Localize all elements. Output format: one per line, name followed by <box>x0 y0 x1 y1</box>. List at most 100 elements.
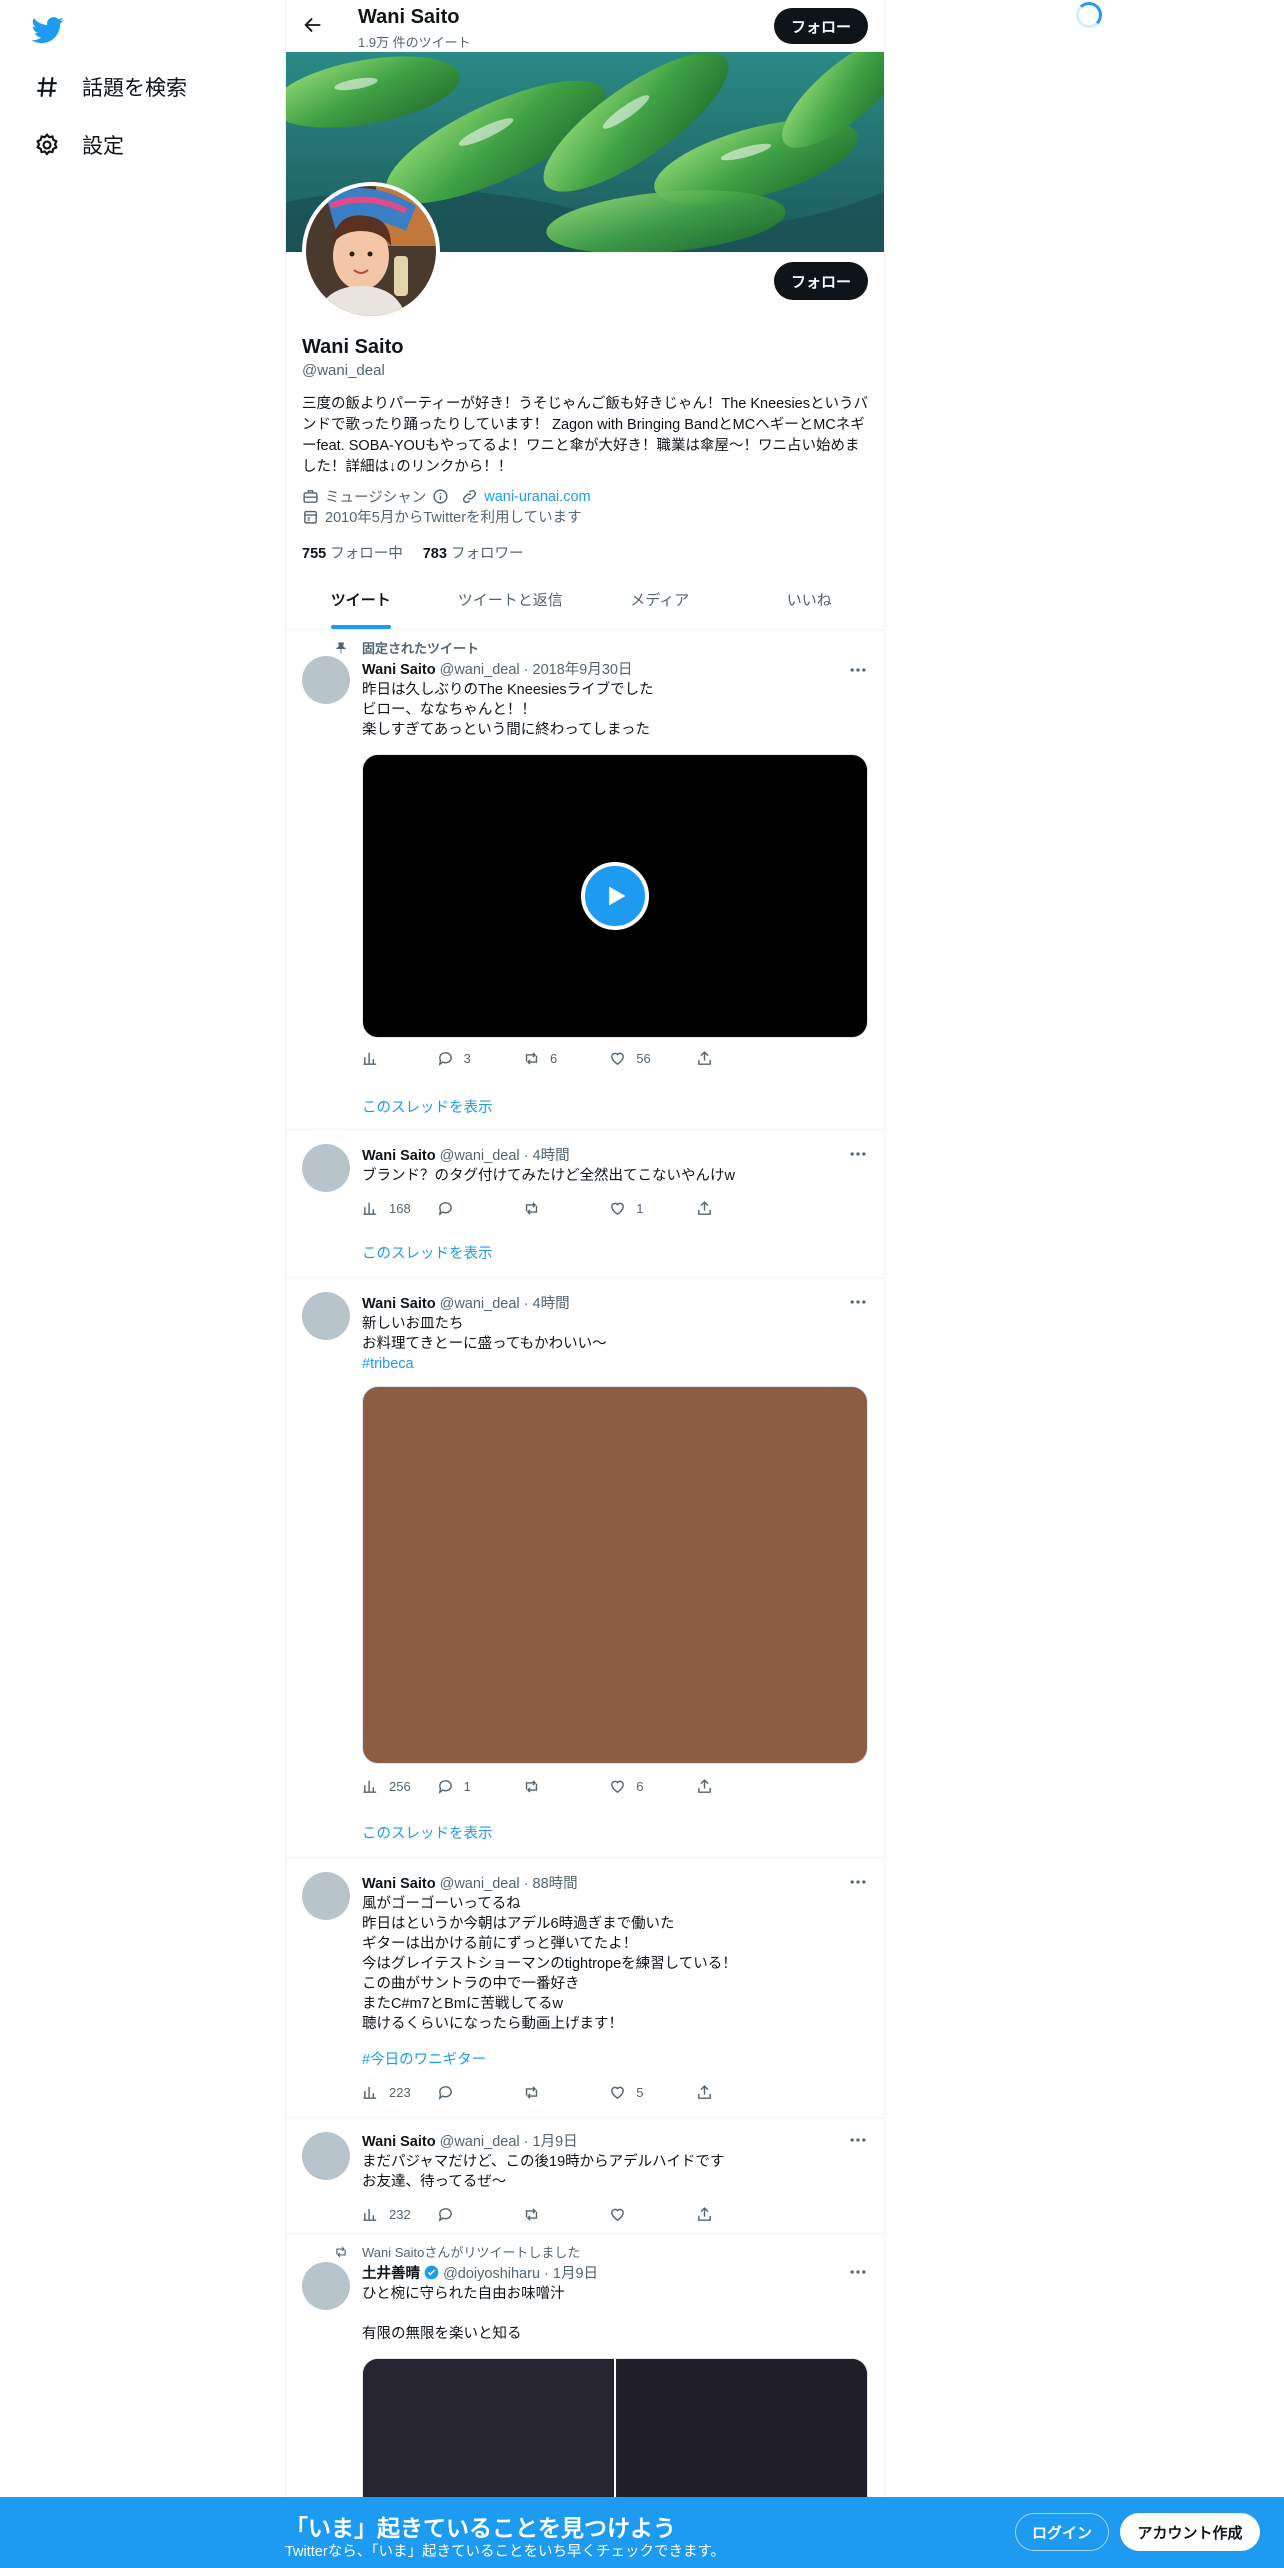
tweet-text: 昨日は久しぶりのThe Kneesiesライブでした ビロー、ななちゃんと！！ … <box>362 682 654 738</box>
avatar[interactable] <box>302 2132 350 2180</box>
signup-banner-subtitle: Twitterなら、「いま」起きていることをいち早くチェックできます。 <box>285 2544 725 2560</box>
retweet-button[interactable] <box>523 1198 609 1218</box>
tweet-time[interactable]: 1月9日 <box>553 2266 598 2282</box>
tab-media[interactable]: メディア <box>585 570 735 629</box>
tweet-author-handle[interactable]: @wani_deal <box>440 662 520 678</box>
more-options-icon[interactable] <box>848 2130 868 2150</box>
profile-follow-button[interactable]: フォロー <box>774 262 868 300</box>
nav-explore[interactable]: 話題を検索 <box>34 72 187 102</box>
share-button[interactable] <box>696 1198 782 1218</box>
more-options-icon[interactable] <box>848 1144 868 1164</box>
signup-button[interactable]: アカウント作成 <box>1120 2513 1260 2551</box>
analytics-icon <box>363 2086 377 2099</box>
reply-button[interactable]: 3 <box>437 1048 523 1068</box>
play-icon[interactable] <box>581 862 649 930</box>
analytics-icon <box>363 1202 377 1215</box>
tweet-author-name[interactable]: 土井善晴 <box>362 2266 420 2282</box>
login-button[interactable]: ログイン <box>1015 2513 1109 2551</box>
avatar[interactable] <box>302 656 350 704</box>
show-thread-link[interactable]: このスレッドを表示 <box>362 1096 493 1117</box>
back-arrow-icon[interactable] <box>302 14 324 36</box>
profile-website-link[interactable]: wani-uranai.com <box>484 489 590 505</box>
share-button[interactable] <box>696 1776 782 1796</box>
avatar[interactable] <box>302 2262 350 2310</box>
tweet-text: ブランド？のタグ付けてみたけど全然出てこないやんけw <box>362 1168 735 1184</box>
tweet-hashtag[interactable]: #tribeca <box>362 1354 862 1374</box>
tweet-photo[interactable] <box>362 1386 868 1764</box>
tweet-hashtag[interactable]: #今日のワニギター <box>362 2050 862 2070</box>
share-button[interactable] <box>696 2204 782 2224</box>
tab-likes[interactable]: いいね <box>735 570 885 629</box>
tweet-author-name[interactable]: Wani Saito <box>362 1148 436 1164</box>
profile-joined-row: 2010年5月からTwitterを利用しています <box>302 506 582 527</box>
signup-banner: 「いま」起きていることを見つけよう Twitterなら、「いま」起きていることを… <box>0 2497 1284 2568</box>
retweet-button[interactable] <box>523 2082 609 2102</box>
tweet-pinned[interactable]: 固定されたツイート Wani Saito @wani_deal · 2018年9… <box>286 630 884 1130</box>
tweet-author-handle[interactable]: @wani_deal <box>440 1876 520 1892</box>
tweet[interactable]: Wani Saito @wani_deal · 88時間 風がゴーゴーいってるね… <box>286 1858 884 2118</box>
following-link[interactable]: 755 フォロー中 <box>302 542 403 563</box>
reply-button[interactable] <box>437 1198 523 1218</box>
tweet-time[interactable]: 4時間 <box>533 1148 570 1164</box>
tweet-time[interactable]: 4時間 <box>533 1296 570 1312</box>
tweet-author-name[interactable]: Wani Saito <box>362 1296 436 1312</box>
more-options-icon[interactable] <box>848 1292 868 1312</box>
tweet-author-handle[interactable]: @doiyoshiharu <box>443 2266 540 2282</box>
tweet[interactable]: Wani Saito @wani_deal · 1月9日 まだパジャマだけど、こ… <box>286 2118 884 2234</box>
like-button[interactable]: 6 <box>609 1776 695 1796</box>
like-button[interactable]: 1 <box>609 1198 695 1218</box>
show-thread-link[interactable]: このスレッドを表示 <box>362 1822 493 1843</box>
tweet-author-handle[interactable]: @wani_deal <box>440 2134 520 2150</box>
twitter-logo-icon[interactable] <box>32 14 64 46</box>
share-icon <box>697 1778 711 1793</box>
profile-avatar[interactable] <box>302 182 440 320</box>
retweet-button[interactable] <box>523 1776 609 1796</box>
tweet-author-name[interactable]: Wani Saito <box>362 2134 436 2150</box>
avatar[interactable] <box>302 1144 350 1192</box>
tweet-time[interactable]: 88時間 <box>533 1876 578 1892</box>
profile-column: Wani Saito 1.9万 件のツイート フォロー フォロー Wani Sa… <box>285 0 885 2568</box>
reply-button[interactable] <box>437 2204 523 2224</box>
retweet-button[interactable]: 6 <box>523 1048 609 1068</box>
share-button[interactable] <box>696 2082 782 2102</box>
views-button[interactable]: 232 <box>362 2204 437 2224</box>
nav-settings[interactable]: 設定 <box>34 130 124 160</box>
share-button[interactable] <box>696 1048 782 1068</box>
tweet-author-handle[interactable]: @wani_deal <box>440 1148 520 1164</box>
retweet-label[interactable]: Wani Saitoさんがリツイートしました <box>362 2242 580 2261</box>
avatar[interactable] <box>302 1872 350 1920</box>
info-icon[interactable] <box>432 488 449 505</box>
like-button[interactable]: 5 <box>609 2082 695 2102</box>
like-button[interactable] <box>609 2204 695 2224</box>
tweet[interactable]: Wani Saito @wani_deal · 4時間 ブランド？のタグ付けてみ… <box>286 1130 884 1278</box>
header-follow-button[interactable]: フォロー <box>774 8 868 44</box>
views-button[interactable]: 168 <box>362 1198 437 1218</box>
profile-header-bar: Wani Saito 1.9万 件のツイート フォロー <box>286 0 884 52</box>
reply-button[interactable] <box>437 2082 523 2102</box>
views-button[interactable]: 223 <box>362 2082 437 2102</box>
tab-tweets-replies[interactable]: ツイートと返信 <box>436 570 586 629</box>
tweet-time[interactable]: 2018年9月30日 <box>533 662 633 678</box>
tweet-author-name[interactable]: Wani Saito <box>362 662 436 678</box>
tweet-author-handle[interactable]: @wani_deal <box>440 1296 520 1312</box>
show-thread-link[interactable]: このスレッドを表示 <box>362 1242 493 1263</box>
gear-icon <box>36 133 58 156</box>
tweet-author-name[interactable]: Wani Saito <box>362 1876 436 1892</box>
followers-link[interactable]: 783 フォロワー <box>423 542 524 563</box>
retweet-button[interactable] <box>523 2204 609 2224</box>
avatar[interactable] <box>302 1292 350 1340</box>
tab-tweets[interactable]: ツイート <box>286 570 436 629</box>
tweet-video[interactable] <box>362 754 868 1038</box>
more-options-icon[interactable] <box>848 2262 868 2282</box>
tweet[interactable]: Wani Saito @wani_deal · 4時間 新しいお皿たち お料理て… <box>286 1278 884 1858</box>
more-options-icon[interactable] <box>848 1872 868 1892</box>
reply-icon <box>438 1201 452 1216</box>
reply-button[interactable]: 1 <box>437 1776 523 1796</box>
tweet-actions: 3 6 56 <box>362 1048 782 1068</box>
like-button[interactable]: 56 <box>609 1048 695 1068</box>
views-button[interactable] <box>362 1048 437 1068</box>
more-options-icon[interactable] <box>848 660 868 680</box>
views-button[interactable]: 256 <box>362 1776 437 1796</box>
tweet-time[interactable]: 1月9日 <box>533 2134 578 2150</box>
loading-spinner <box>1076 2 1102 28</box>
